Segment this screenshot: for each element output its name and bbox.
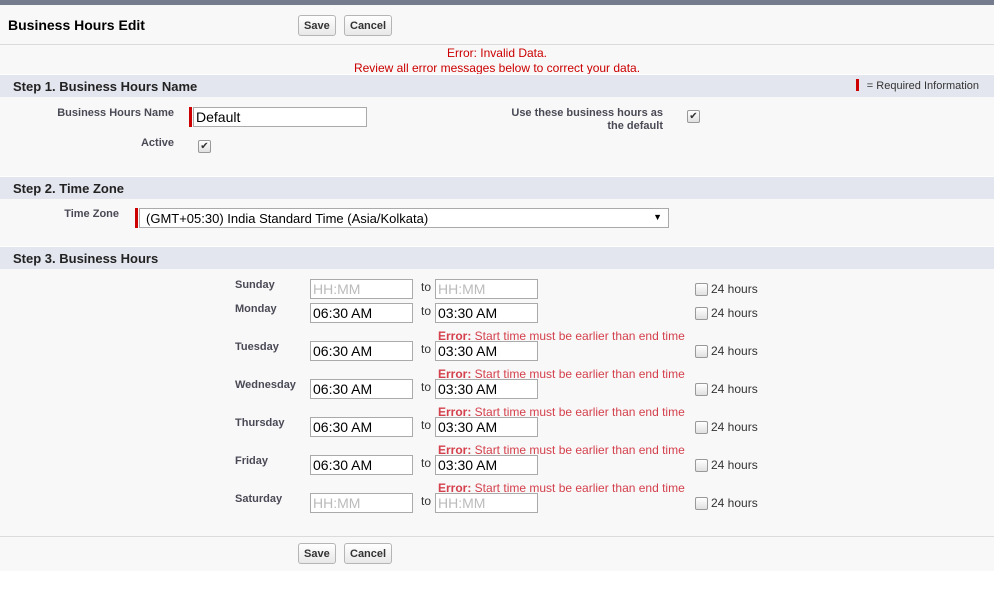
- day-row-sunday: Sunday HH:MM to HH:MM 24 hours: [0, 279, 994, 299]
- to-label: to: [421, 456, 432, 470]
- time-zone-select[interactable]: (GMT+05:30) India Standard Time (Asia/Ko…: [139, 208, 669, 228]
- default-label-line2: the default: [607, 120, 663, 132]
- step1-title: Step 1. Business Hours Name: [13, 79, 198, 94]
- day-label: Tuesday: [235, 341, 279, 353]
- step3-title: Step 3. Business Hours: [13, 251, 159, 266]
- cancel-button[interactable]: Cancel: [344, 15, 393, 36]
- day-label: Sunday: [235, 279, 275, 291]
- required-legend: = Required Information: [855, 79, 979, 92]
- day-row-friday: Friday 06:30 AM to 03:30 AM 24 hours Err…: [0, 455, 994, 495]
- error-title: Error: Invalid Data.: [446, 46, 548, 60]
- day-row-thursday: Thursday 06:30 AM to 03:30 AM 24 hours E…: [0, 417, 994, 457]
- default-hours-label: Use these business hours as the default: [480, 107, 663, 133]
- 24-hours-checkbox[interactable]: [695, 421, 708, 434]
- 24-hours-checkbox[interactable]: [695, 459, 708, 472]
- to-label: to: [421, 418, 432, 432]
- required-marker-icon: [855, 79, 859, 91]
- start-time-input[interactable]: 06:30 AM: [310, 455, 413, 475]
- 24-hours-checkbox[interactable]: [695, 283, 708, 296]
- 24-hours-label: 24 hours: [711, 282, 758, 296]
- active-label: Active: [140, 137, 174, 149]
- 24-hours-label: 24 hours: [711, 382, 758, 396]
- step1-header: Step 1. Business Hours Name = Required I…: [0, 74, 994, 97]
- dropdown-arrow-icon: ▼: [653, 212, 662, 222]
- end-time-input[interactable]: 03:30 AM: [435, 379, 538, 399]
- 24-hours-label: 24 hours: [711, 344, 758, 358]
- to-label: to: [421, 280, 432, 294]
- day-label: Saturday: [235, 493, 283, 505]
- to-label: to: [421, 380, 432, 394]
- day-label: Monday: [235, 303, 277, 315]
- end-time-input[interactable]: 03:30 AM: [435, 417, 538, 437]
- to-label: to: [421, 304, 432, 318]
- required-marker-icon: [135, 208, 138, 228]
- save-button[interactable]: Save: [298, 15, 336, 36]
- required-marker-icon: [189, 107, 192, 127]
- 24-hours-checkbox[interactable]: [695, 497, 708, 510]
- end-time-input[interactable]: HH:MM: [435, 279, 538, 299]
- end-time-input[interactable]: HH:MM: [435, 493, 538, 513]
- 24-hours-label: 24 hours: [711, 496, 758, 510]
- page-header: Business Hours Edit Save Cancel: [0, 5, 994, 45]
- default-hours-checkbox[interactable]: ✔: [687, 110, 700, 123]
- footer-divider: [0, 536, 994, 537]
- end-time-input[interactable]: 03:30 AM: [435, 341, 538, 361]
- start-time-input[interactable]: 06:30 AM: [310, 341, 413, 361]
- end-time-input[interactable]: 03:30 AM: [435, 303, 538, 323]
- day-label: Wednesday: [235, 379, 296, 391]
- 24-hours-label: 24 hours: [711, 420, 758, 434]
- time-zone-label: Time Zone: [64, 208, 119, 220]
- day-row-saturday: Saturday HH:MM to HH:MM 24 hours: [0, 493, 994, 513]
- to-label: to: [421, 494, 432, 508]
- start-time-input[interactable]: 06:30 AM: [310, 303, 413, 323]
- day-row-wednesday: Wednesday 06:30 AM to 03:30 AM 24 hours …: [0, 379, 994, 419]
- error-subtitle: Review all error messages below to corre…: [353, 61, 641, 75]
- business-hours-name-label: Business Hours Name: [57, 107, 174, 119]
- step3-header: Step 3. Business Hours: [0, 246, 994, 269]
- 24-hours-checkbox[interactable]: [695, 345, 708, 358]
- step2-header: Step 2. Time Zone: [0, 176, 994, 199]
- start-time-input[interactable]: HH:MM: [310, 493, 413, 513]
- required-legend-text: = Required Information: [866, 80, 979, 92]
- day-row-tuesday: Tuesday 06:30 AM to 03:30 AM 24 hours Er…: [0, 341, 994, 381]
- default-label-line1: Use these business hours as: [511, 107, 663, 119]
- 24-hours-label: 24 hours: [711, 306, 758, 320]
- start-time-input[interactable]: 06:30 AM: [310, 417, 413, 437]
- day-label: Friday: [235, 455, 269, 467]
- day-label: Thursday: [235, 417, 285, 429]
- start-time-input[interactable]: HH:MM: [310, 279, 413, 299]
- 24-hours-checkbox[interactable]: [695, 383, 708, 396]
- step2-title: Step 2. Time Zone: [13, 181, 125, 196]
- end-time-input[interactable]: 03:30 AM: [435, 455, 538, 475]
- start-time-input[interactable]: 06:30 AM: [310, 379, 413, 399]
- cancel-button-bottom[interactable]: Cancel: [344, 543, 393, 564]
- 24-hours-checkbox[interactable]: [695, 307, 708, 320]
- business-hours-name-input[interactable]: Default: [193, 107, 367, 127]
- 24-hours-label: 24 hours: [711, 458, 758, 472]
- active-checkbox[interactable]: ✔: [198, 140, 211, 153]
- page-title: Business Hours Edit: [8, 17, 145, 33]
- save-button-bottom[interactable]: Save: [298, 543, 336, 564]
- time-zone-value: (GMT+05:30) India Standard Time (Asia/Ko…: [146, 211, 429, 226]
- day-row-monday: Monday 06:30 AM to 03:30 AM 24 hours Err…: [0, 303, 994, 343]
- to-label: to: [421, 342, 432, 356]
